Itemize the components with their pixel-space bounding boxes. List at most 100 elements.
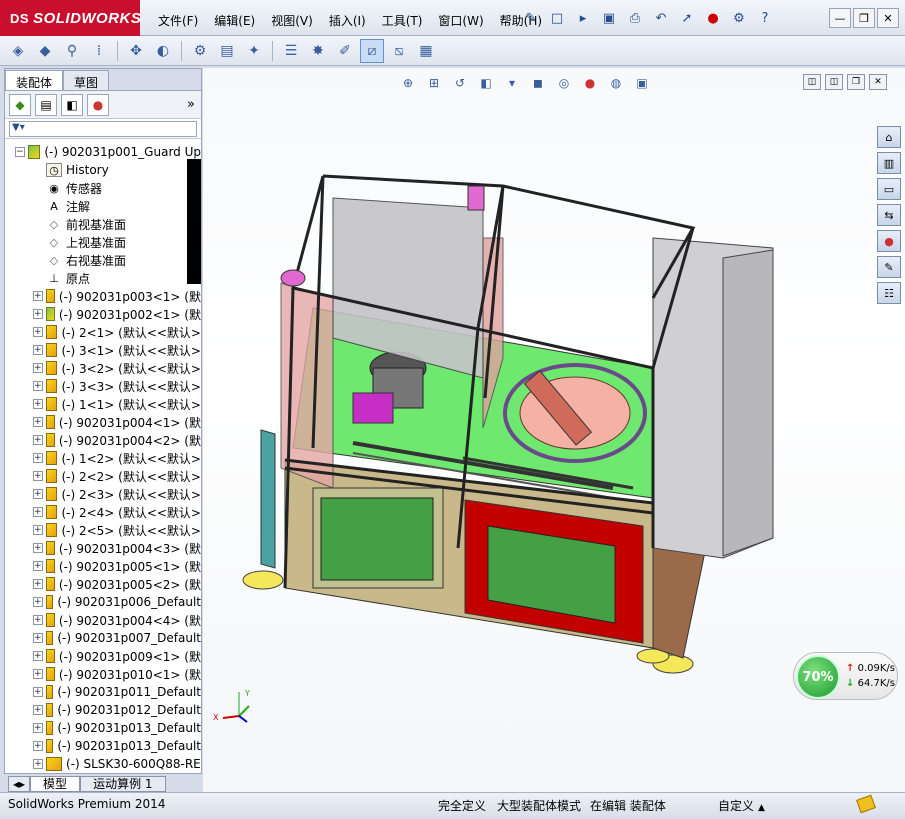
expand-icon[interactable]: + xyxy=(33,633,43,643)
rollback-bar[interactable] xyxy=(187,159,201,284)
tree-item[interactable]: + (-) 902031p002<1> (默 xyxy=(5,305,201,323)
menu-view[interactable]: 视图(V) xyxy=(263,10,321,31)
exploded-view-icon[interactable]: ✸ xyxy=(306,39,330,63)
expand-icon[interactable]: + xyxy=(33,597,43,607)
collapse-icon[interactable]: − xyxy=(15,147,25,157)
tree-item[interactable]: ◉ 传感器 xyxy=(5,179,201,197)
expand-icon[interactable]: + xyxy=(33,417,43,427)
tree-item[interactable]: ◇ 右视基准面 xyxy=(5,251,201,269)
menu-window[interactable]: 窗口(W) xyxy=(430,10,491,31)
pin-icon[interactable]: ✎ xyxy=(520,8,542,28)
tree-item[interactable]: + (-) 902031p009<1> (默 xyxy=(5,647,201,665)
tab-scroll-icon[interactable]: ◂▸ xyxy=(8,776,31,792)
tree-item[interactable]: ⊥ 原点 xyxy=(5,269,201,287)
tab-assembly[interactable]: 装配体 xyxy=(5,70,64,90)
expand-icon[interactable]: + xyxy=(33,561,43,571)
menu-edit[interactable]: 编辑(E) xyxy=(206,10,263,31)
menu-insert[interactable]: 插入(I) xyxy=(321,10,374,31)
expand-icon[interactable]: + xyxy=(33,291,43,301)
tree-item[interactable]: + (-) 2<2> (默认<<默认> xyxy=(5,467,201,485)
tree-item[interactable]: + (-) 902031p006_Default xyxy=(5,593,201,611)
tree-item[interactable]: ◇ 前视基准面 xyxy=(5,215,201,233)
tree-item[interactable]: + (-) 902031p013_Default xyxy=(5,719,201,737)
expand-more-icon[interactable]: » xyxy=(187,97,195,112)
help-question-icon[interactable]: ? xyxy=(754,8,776,28)
clearance-verification-icon[interactable]: ⧅ xyxy=(387,39,411,63)
expand-icon[interactable]: + xyxy=(33,399,43,409)
mate-icon[interactable]: ⚲ xyxy=(60,39,84,63)
tree-item[interactable]: + (-) 902031p005<1> (默 xyxy=(5,557,201,575)
expand-icon[interactable]: + xyxy=(33,741,43,751)
restore-icon[interactable]: ❐ xyxy=(853,8,875,28)
expand-icon[interactable]: + xyxy=(33,579,43,589)
expand-icon[interactable]: + xyxy=(33,669,43,679)
property-manager-icon[interactable]: ▤ xyxy=(35,93,57,116)
options-gear-icon[interactable]: ⚙ xyxy=(728,8,750,28)
expand-icon[interactable]: + xyxy=(33,489,43,499)
move-component-icon[interactable]: ✥ xyxy=(124,39,148,63)
tree-item[interactable]: ◷ History xyxy=(5,161,201,179)
reference-geometry-icon[interactable]: ▤ xyxy=(215,39,239,63)
expand-icon[interactable]: + xyxy=(33,471,43,481)
print-icon[interactable]: ⎙ xyxy=(624,8,646,28)
tree-item[interactable]: + (-) 902031p010<1> (默 xyxy=(5,665,201,683)
status-units-dropdown[interactable]: 自定义 ▲ xyxy=(718,797,765,814)
new-motion-study-icon[interactable]: ✦ xyxy=(242,39,266,63)
tree-item[interactable]: + (-) 2<5> (默认<<默认> xyxy=(5,521,201,539)
tree-item[interactable]: ◇ 上视基准面 xyxy=(5,233,201,251)
tree-item[interactable]: A 注解 xyxy=(5,197,201,215)
expand-icon[interactable]: + xyxy=(33,543,43,553)
expand-icon[interactable]: + xyxy=(33,615,43,625)
expand-icon[interactable]: + xyxy=(33,705,43,715)
tree-item[interactable]: + (-) 1<2> (默认<<默认> xyxy=(5,449,201,467)
hole-alignment-icon[interactable]: ▦ xyxy=(414,39,438,63)
close-icon[interactable]: ✕ xyxy=(877,8,899,28)
expand-icon[interactable]: + xyxy=(33,381,43,391)
select-pointer-icon[interactable]: ➚ xyxy=(676,8,698,28)
new-document-icon[interactable]: □ xyxy=(546,8,568,28)
filter-icon[interactable]: ▼▾ xyxy=(9,121,197,137)
expand-icon[interactable]: + xyxy=(33,759,43,769)
tree-item[interactable]: + (-) 902031p005<2> (默 xyxy=(5,575,201,593)
tree-item[interactable]: + (-) 2<3> (默认<<默认> xyxy=(5,485,201,503)
display-manager-icon[interactable]: ● xyxy=(87,93,109,116)
tab-model[interactable]: 模型 xyxy=(30,776,81,792)
tree-item[interactable]: + (-) 902031p003<1> (默 xyxy=(5,287,201,305)
tree-item[interactable]: + (-) 3<1> (默认<<默认> xyxy=(5,341,201,359)
expand-icon[interactable]: + xyxy=(33,687,43,697)
tree-item[interactable]: + (-) 902031p004<4> (默 xyxy=(5,611,201,629)
tree-item[interactable]: + (-) 902031p004<2> (默 xyxy=(5,431,201,449)
tree-item[interactable]: + (-) 902031p004<3> (默 xyxy=(5,539,201,557)
expand-icon[interactable]: + xyxy=(33,327,43,337)
configuration-manager-icon[interactable]: ◧ xyxy=(61,93,83,116)
expand-icon[interactable]: + xyxy=(33,723,43,733)
tree-item[interactable]: + (-) 902031p007_Default xyxy=(5,629,201,647)
tab-sketch[interactable]: 草图 xyxy=(63,70,110,90)
tab-motion-study[interactable]: 运动算例 1 xyxy=(80,776,166,792)
open-folder-icon[interactable]: ▸ xyxy=(572,8,594,28)
explode-line-sketch-icon[interactable]: ✐ xyxy=(333,39,357,63)
tree-item[interactable]: + (-) 2<1> (默认<<默认> xyxy=(5,323,201,341)
edit-component-icon[interactable]: ◈ xyxy=(6,39,30,63)
rebuild-tag-icon[interactable] xyxy=(856,794,876,814)
expand-icon[interactable]: + xyxy=(33,435,43,445)
interference-detection-icon[interactable]: ⧄ xyxy=(360,38,384,63)
expand-icon[interactable]: + xyxy=(33,453,43,463)
linear-pattern-icon[interactable]: ⁞ xyxy=(87,39,111,63)
tree-item[interactable]: + (-) 902031p013_Default xyxy=(5,737,201,755)
tree-item[interactable]: + (-) 3<3> (默认<<默认> xyxy=(5,377,201,395)
tree-item[interactable]: − (-) 902031p001_Guard Up xyxy=(5,143,201,161)
network-speed-widget[interactable]: 70% ↑ 0.09K/s ↓ 64.7K/s xyxy=(793,652,898,700)
solidworks-logo[interactable]: DS SOLIDWORKS xyxy=(0,0,141,36)
expand-icon[interactable]: + xyxy=(33,525,43,535)
expand-icon[interactable]: + xyxy=(33,651,43,661)
menu-file[interactable]: 文件(F) xyxy=(150,10,206,31)
tree-item[interactable]: + (-) 3<2> (默认<<默认> xyxy=(5,359,201,377)
show-hidden-icon[interactable]: ◐ xyxy=(151,39,175,63)
undo-icon[interactable]: ↶ xyxy=(650,8,672,28)
rebuild-traffic-light-icon[interactable]: ● xyxy=(702,8,724,28)
tree-item[interactable]: + (-) 902031p011_Default xyxy=(5,683,201,701)
tree-item[interactable]: + (-) SLSK30-600Q88-RE xyxy=(5,755,201,773)
expand-icon[interactable]: + xyxy=(33,345,43,355)
save-icon[interactable]: ▣ xyxy=(598,8,620,28)
